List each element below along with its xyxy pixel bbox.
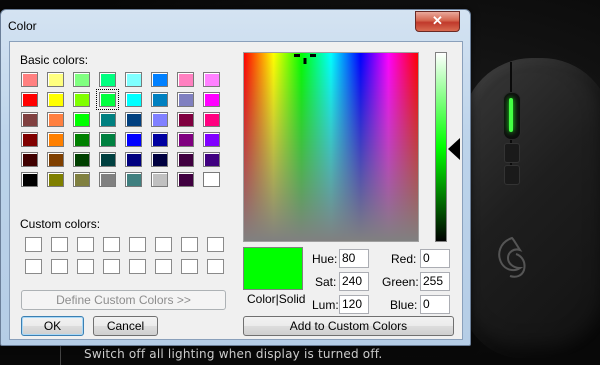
basic-color-swatch[interactable] bbox=[21, 112, 38, 127]
blue-input[interactable]: 0 bbox=[420, 295, 450, 314]
custom-color-swatch[interactable] bbox=[155, 259, 172, 274]
status-divider bbox=[60, 344, 61, 365]
custom-color-swatch[interactable] bbox=[77, 237, 94, 252]
luminosity-arrow-icon[interactable] bbox=[448, 138, 460, 160]
custom-color-swatch[interactable] bbox=[103, 237, 120, 252]
lum-input[interactable]: 120 bbox=[339, 295, 369, 314]
add-to-custom-colors-button[interactable]: Add to Custom Colors bbox=[243, 316, 454, 336]
custom-colors-label: Custom colors: bbox=[20, 217, 101, 231]
basic-color-swatch[interactable] bbox=[73, 132, 90, 147]
color-solid-label: Color|Solid bbox=[247, 292, 306, 306]
custom-color-swatch[interactable] bbox=[207, 237, 224, 252]
color-spectrum-picker[interactable] bbox=[243, 52, 419, 242]
basic-color-swatch[interactable] bbox=[21, 72, 38, 87]
basic-color-swatch[interactable] bbox=[73, 72, 90, 87]
basic-color-swatch[interactable] bbox=[151, 92, 168, 107]
custom-color-swatch[interactable] bbox=[51, 259, 68, 274]
basic-color-swatch[interactable] bbox=[125, 72, 142, 87]
basic-color-swatch[interactable] bbox=[125, 172, 142, 187]
color-dialog: Color ✕ Basic colors: Custom colors: Def… bbox=[0, 9, 471, 346]
hue-input[interactable]: 80 bbox=[339, 249, 369, 268]
basic-color-swatch[interactable] bbox=[151, 132, 168, 147]
custom-color-swatch[interactable] bbox=[155, 237, 172, 252]
basic-color-swatch[interactable] bbox=[21, 132, 38, 147]
basic-color-swatch[interactable] bbox=[177, 72, 194, 87]
basic-color-swatch[interactable] bbox=[99, 172, 116, 187]
close-button[interactable]: ✕ bbox=[415, 11, 460, 32]
sat-label: Sat: bbox=[315, 275, 337, 289]
dialog-title: Color bbox=[8, 19, 37, 33]
basic-color-swatch[interactable] bbox=[177, 112, 194, 127]
basic-color-swatch[interactable] bbox=[177, 92, 194, 107]
basic-color-swatch[interactable] bbox=[96, 89, 119, 110]
red-label: Red: bbox=[391, 252, 417, 266]
basic-color-swatch[interactable] bbox=[125, 152, 142, 167]
lum-label: Lum: bbox=[312, 298, 339, 312]
basic-color-swatch[interactable] bbox=[203, 132, 220, 147]
sat-input[interactable]: 240 bbox=[339, 272, 369, 291]
basic-colors-label: Basic colors: bbox=[20, 53, 89, 67]
basic-color-swatch[interactable] bbox=[177, 152, 194, 167]
basic-color-swatch[interactable] bbox=[73, 92, 90, 107]
blue-label: Blue: bbox=[390, 298, 418, 312]
basic-color-swatch[interactable] bbox=[47, 132, 64, 147]
ok-button[interactable]: OK bbox=[21, 316, 84, 336]
basic-color-swatch[interactable] bbox=[203, 152, 220, 167]
custom-color-swatch[interactable] bbox=[51, 237, 68, 252]
basic-color-swatch[interactable] bbox=[73, 112, 90, 127]
custom-color-swatch[interactable] bbox=[129, 237, 146, 252]
razer-logo-icon bbox=[498, 236, 526, 278]
basic-color-swatch[interactable] bbox=[151, 112, 168, 127]
basic-color-swatch[interactable] bbox=[73, 172, 90, 187]
basic-color-swatch[interactable] bbox=[151, 72, 168, 87]
basic-color-swatch[interactable] bbox=[125, 112, 142, 127]
basic-color-swatch[interactable] bbox=[47, 92, 64, 107]
lighting-option-text[interactable]: Switch off all lighting when display is … bbox=[84, 347, 382, 361]
cancel-button[interactable]: Cancel bbox=[93, 316, 158, 336]
custom-color-swatch[interactable] bbox=[25, 259, 42, 274]
custom-color-swatch[interactable] bbox=[207, 259, 224, 274]
custom-color-swatch[interactable] bbox=[181, 259, 198, 274]
basic-color-swatch[interactable] bbox=[203, 72, 220, 87]
basic-color-swatch[interactable] bbox=[21, 172, 38, 187]
dialog-client-area: Basic colors: Custom colors: Define Cust… bbox=[9, 41, 463, 340]
luminosity-slider[interactable] bbox=[435, 52, 447, 242]
basic-color-swatch[interactable] bbox=[203, 92, 220, 107]
basic-color-swatch[interactable] bbox=[203, 172, 220, 187]
mouse-wheel-light bbox=[509, 98, 513, 132]
basic-color-swatch[interactable] bbox=[47, 72, 64, 87]
basic-color-swatch[interactable] bbox=[99, 132, 116, 147]
basic-color-swatch[interactable] bbox=[21, 152, 38, 167]
mouse-dpi-up-button bbox=[504, 143, 520, 163]
custom-color-swatch[interactable] bbox=[103, 259, 120, 274]
basic-color-swatch[interactable] bbox=[99, 112, 116, 127]
basic-color-swatch[interactable] bbox=[99, 72, 116, 87]
green-input[interactable]: 255 bbox=[420, 272, 450, 291]
custom-color-swatch[interactable] bbox=[181, 237, 198, 252]
basic-color-swatch[interactable] bbox=[177, 172, 194, 187]
hue-label: Hue: bbox=[312, 252, 338, 266]
basic-color-swatch[interactable] bbox=[47, 152, 64, 167]
basic-color-swatch[interactable] bbox=[47, 112, 64, 127]
red-input[interactable]: 0 bbox=[420, 249, 450, 268]
custom-color-swatch[interactable] bbox=[129, 259, 146, 274]
basic-color-swatch[interactable] bbox=[21, 92, 38, 107]
basic-color-swatch[interactable] bbox=[151, 152, 168, 167]
basic-color-swatch[interactable] bbox=[125, 92, 142, 107]
custom-color-swatch[interactable] bbox=[77, 259, 94, 274]
green-label: Green: bbox=[382, 275, 419, 289]
define-custom-colors-button[interactable]: Define Custom Colors >> bbox=[21, 290, 226, 310]
basic-color-swatch[interactable] bbox=[151, 172, 168, 187]
color-preview bbox=[243, 247, 303, 290]
basic-color-swatch[interactable] bbox=[99, 152, 116, 167]
custom-color-swatch[interactable] bbox=[25, 237, 42, 252]
basic-color-swatch[interactable] bbox=[177, 132, 194, 147]
spectrum-crosshair-icon bbox=[294, 54, 316, 64]
basic-color-swatch[interactable] bbox=[203, 112, 220, 127]
basic-color-swatch[interactable] bbox=[73, 152, 90, 167]
basic-color-swatch[interactable] bbox=[47, 172, 64, 187]
mouse-dpi-down-button bbox=[504, 165, 520, 185]
basic-color-swatch[interactable] bbox=[125, 132, 142, 147]
mouse-image bbox=[462, 58, 600, 358]
